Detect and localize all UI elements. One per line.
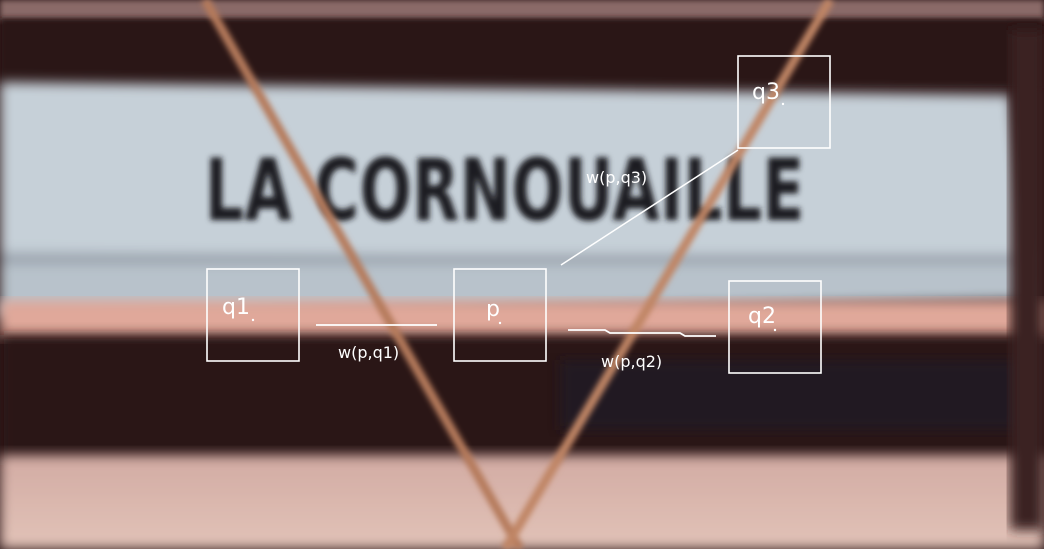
patch-center-q2	[773, 328, 777, 332]
annotation-overlay: q1 p q2 q3 w(p,q1) w(p,q2) w(p,q3)	[206, 55, 831, 374]
weight-label-q3: w(p,q3)	[586, 168, 647, 187]
weight-label-q1: w(p,q1)	[338, 343, 399, 362]
diagram-canvas: LA CORNOUAILLE q1 p q2 q3 w(p,q1) w(p,q2…	[0, 0, 1044, 549]
patch-label-q3: q3	[752, 80, 780, 105]
patch-center-q3	[781, 102, 785, 106]
patch-label-q1: q1	[222, 295, 250, 320]
patch-label-p: p	[486, 297, 500, 322]
patch-box-q1	[206, 268, 300, 362]
patch-box-p	[453, 268, 547, 362]
patch-center-q1	[251, 318, 255, 322]
patch-center-p	[498, 321, 502, 325]
patch-label-q2: q2	[748, 304, 776, 329]
edge-p-q2	[568, 329, 716, 337]
weight-label-q2: w(p,q2)	[601, 352, 662, 371]
